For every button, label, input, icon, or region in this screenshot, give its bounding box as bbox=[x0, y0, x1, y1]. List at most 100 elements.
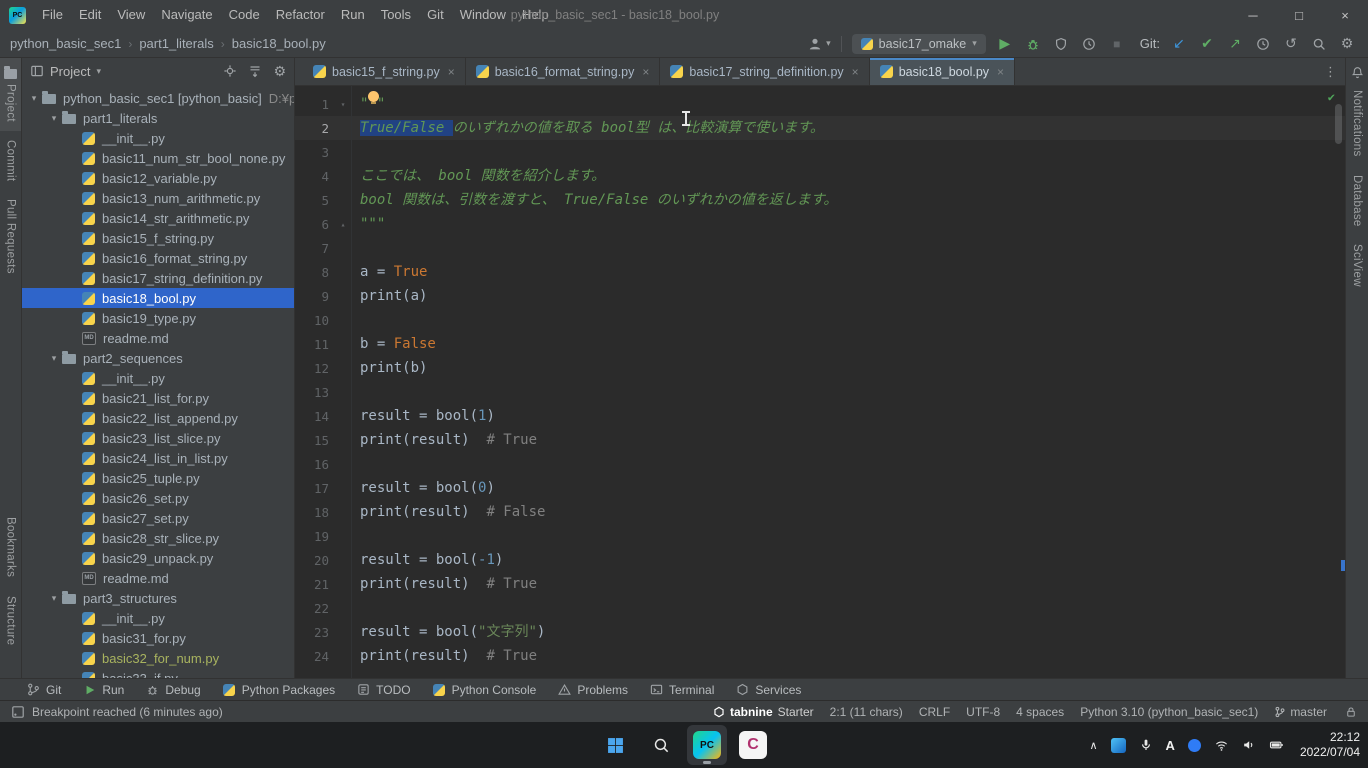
tree-item-basic12_variable-py[interactable]: basic12_variable.py bbox=[22, 168, 294, 188]
menu-git[interactable]: Git bbox=[419, 0, 452, 30]
minimize-button[interactable]: ─ bbox=[1230, 0, 1276, 30]
notifications-bell-icon[interactable] bbox=[1351, 58, 1364, 81]
tree-item-basic26_set-py[interactable]: basic26_set.py bbox=[22, 488, 294, 508]
menu-tools[interactable]: Tools bbox=[373, 0, 419, 30]
chevron-down-icon[interactable]: ▾ bbox=[96, 66, 101, 77]
tree-expand-icon[interactable]: ▾ bbox=[46, 353, 62, 364]
tree-item-basic33_if-py[interactable]: basic33_if.py bbox=[22, 668, 294, 678]
code-line-16[interactable] bbox=[352, 452, 1345, 476]
start-button[interactable] bbox=[595, 725, 635, 765]
toolwindow-quick-access-icon[interactable] bbox=[10, 704, 25, 719]
toolwindow-project-button[interactable]: Project bbox=[0, 58, 21, 131]
code-line-7[interactable] bbox=[352, 236, 1345, 260]
code-pane[interactable]: """True/False のいずれかの値を取る bool型 は、比較演算で使い… bbox=[351, 86, 1345, 678]
breadcrumb-item[interactable]: part1_literals bbox=[137, 36, 215, 51]
line-number[interactable]: 5 bbox=[295, 193, 335, 208]
toolwindow-problems-button[interactable]: Problems bbox=[547, 679, 639, 700]
line-number[interactable]: 1 bbox=[295, 97, 335, 112]
tree-item-part2_sequences[interactable]: ▾part2_sequences bbox=[22, 348, 294, 368]
menu-refactor[interactable]: Refactor bbox=[268, 0, 333, 30]
code-line-12[interactable]: print(b) bbox=[352, 356, 1345, 380]
tree-expand-icon[interactable]: ▾ bbox=[26, 93, 42, 104]
toolwindow-python-console-button[interactable]: Python Console bbox=[422, 679, 548, 700]
line-number[interactable]: 3 bbox=[295, 145, 335, 160]
line-number[interactable]: 11 bbox=[295, 337, 335, 352]
code-line-18[interactable]: print(result) # False bbox=[352, 500, 1345, 524]
code-line-19[interactable] bbox=[352, 524, 1345, 548]
tab-close-icon[interactable]: × bbox=[852, 65, 859, 79]
breadcrumb-item[interactable]: python_basic_sec1 bbox=[8, 36, 123, 51]
toolwindow-git-button[interactable]: Git bbox=[16, 679, 72, 700]
code-line-11[interactable]: b = False bbox=[352, 332, 1345, 356]
ime-mode-indicator[interactable]: A bbox=[1166, 738, 1175, 753]
coverage-button[interactable] bbox=[1052, 35, 1070, 53]
toolwindow-pull-requests-button[interactable]: Pull Requests bbox=[0, 190, 21, 283]
taskbar-clock[interactable]: 22:12 2022/07/04 bbox=[1300, 730, 1360, 760]
line-number[interactable]: 24 bbox=[295, 649, 335, 664]
editor-tab-basic15_f_string-py[interactable]: basic15_f_string.py× bbox=[303, 58, 466, 85]
tree-item-basic29_unpack-py[interactable]: basic29_unpack.py bbox=[22, 548, 294, 568]
locate-file-icon[interactable] bbox=[223, 64, 237, 78]
tree-item-basic16_format_string-py[interactable]: basic16_format_string.py bbox=[22, 248, 294, 268]
tree-item-basic18_bool-py[interactable]: basic18_bool.py bbox=[22, 288, 294, 308]
wifi-icon[interactable] bbox=[1214, 739, 1229, 752]
microphone-icon[interactable] bbox=[1139, 738, 1153, 752]
line-number[interactable]: 7 bbox=[295, 241, 335, 256]
push-button[interactable]: ↗ bbox=[1226, 35, 1244, 53]
toolwindow-python-packages-button[interactable]: Python Packages bbox=[212, 679, 346, 700]
tree-item-__init__-py[interactable]: __init__.py bbox=[22, 368, 294, 388]
line-number[interactable]: 10 bbox=[295, 313, 335, 328]
tree-expand-icon[interactable]: ▾ bbox=[46, 593, 62, 604]
tab-close-icon[interactable]: × bbox=[642, 65, 649, 79]
line-number[interactable]: 20 bbox=[295, 553, 335, 568]
tray-app-icon[interactable] bbox=[1111, 738, 1126, 753]
line-number[interactable]: 14 bbox=[295, 409, 335, 424]
line-number[interactable]: 8 bbox=[295, 265, 335, 280]
toolwindow-run-button[interactable]: Run bbox=[72, 679, 135, 700]
git-branch-widget[interactable]: master bbox=[1274, 705, 1327, 719]
user-account-button[interactable]: ▾ bbox=[806, 35, 831, 53]
tree-item-__init__-py[interactable]: __init__.py bbox=[22, 128, 294, 148]
line-number[interactable]: 21 bbox=[295, 577, 335, 592]
code-line-6[interactable]: """ bbox=[352, 212, 1345, 236]
code-line-22[interactable] bbox=[352, 596, 1345, 620]
line-number[interactable]: 16 bbox=[295, 457, 335, 472]
line-number[interactable]: 17 bbox=[295, 481, 335, 496]
settings-gear-icon[interactable]: ⚙ bbox=[1338, 35, 1356, 53]
menu-view[interactable]: View bbox=[109, 0, 153, 30]
taskbar-pycharm-button[interactable]: PC bbox=[687, 725, 727, 765]
line-number[interactable]: 6 bbox=[295, 217, 335, 232]
tree-item-basic21_list_for-py[interactable]: basic21_list_for.py bbox=[22, 388, 294, 408]
taskbar-clipchamp-button[interactable]: C bbox=[733, 725, 773, 765]
toolwindow-database-button[interactable]: Database bbox=[1346, 166, 1368, 236]
code-line-8[interactable]: a = True bbox=[352, 260, 1345, 284]
collapse-all-icon[interactable] bbox=[248, 64, 262, 78]
close-button[interactable]: × bbox=[1322, 0, 1368, 30]
line-number[interactable]: 23 bbox=[295, 625, 335, 640]
tree-item-basic25_tuple-py[interactable]: basic25_tuple.py bbox=[22, 468, 294, 488]
project-view-icon[interactable] bbox=[30, 64, 44, 78]
code-line-2[interactable]: True/False のいずれかの値を取る bool型 は、比較演算で使います。 bbox=[352, 116, 1345, 140]
status-message[interactable]: Breakpoint reached (6 minutes ago) bbox=[32, 705, 223, 719]
menu-file[interactable]: File bbox=[34, 0, 71, 30]
breadcrumb-item[interactable]: basic18_bool.py bbox=[230, 36, 328, 51]
tree-item-basic17_string_definition-py[interactable]: basic17_string_definition.py bbox=[22, 268, 294, 288]
code-line-9[interactable]: print(a) bbox=[352, 284, 1345, 308]
editor-tab-basic17_string_definition-py[interactable]: basic17_string_definition.py× bbox=[660, 58, 869, 85]
commit-button[interactable]: ✔ bbox=[1198, 35, 1216, 53]
tree-item-basic14_str_arithmetic-py[interactable]: basic14_str_arithmetic.py bbox=[22, 208, 294, 228]
tray-expand-icon[interactable]: ∧ bbox=[1089, 739, 1097, 752]
code-line-1[interactable]: """ bbox=[352, 92, 1345, 116]
menu-code[interactable]: Code bbox=[221, 0, 268, 30]
project-panel-title[interactable]: Project bbox=[50, 64, 90, 79]
menu-run[interactable]: Run bbox=[333, 0, 373, 30]
fold-marker-icon[interactable]: ▴ bbox=[335, 220, 351, 229]
intention-bulb-icon[interactable] bbox=[368, 91, 379, 102]
tab-close-icon[interactable]: × bbox=[448, 65, 455, 79]
search-everywhere-button[interactable] bbox=[1310, 35, 1328, 53]
line-number[interactable]: 12 bbox=[295, 361, 335, 376]
menu-edit[interactable]: Edit bbox=[71, 0, 109, 30]
run-configuration-select[interactable]: basic17_omake ▾ bbox=[852, 34, 986, 54]
taskbar-search-button[interactable] bbox=[641, 725, 681, 765]
history-button[interactable] bbox=[1254, 35, 1272, 53]
